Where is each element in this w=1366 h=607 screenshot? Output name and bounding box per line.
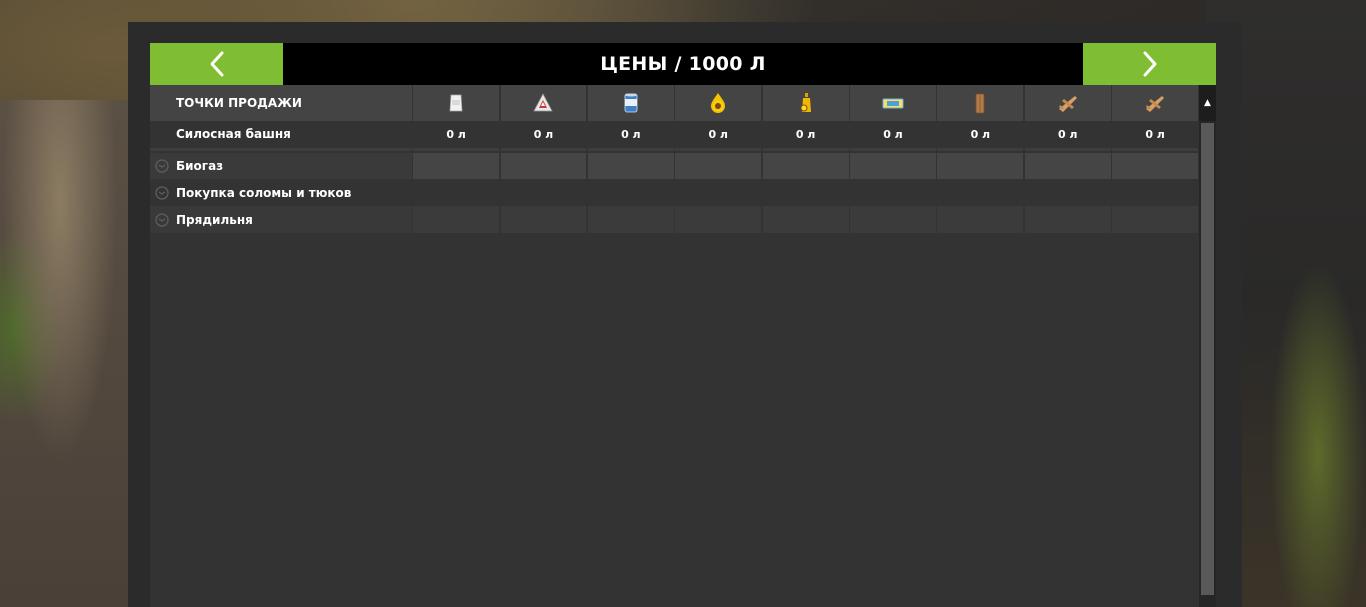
- divider-segment: [675, 148, 762, 151]
- price-cell: [500, 153, 587, 179]
- price-cell: [587, 153, 674, 179]
- divider-segment: [937, 148, 1024, 151]
- selling-point-label: Покупка соломы и тюков: [150, 180, 412, 205]
- price-cell: [1024, 206, 1111, 233]
- price-cell: [675, 206, 762, 233]
- column-toy-plane-2[interactable]: [1112, 85, 1199, 121]
- sugar-cube-icon: [533, 93, 554, 112]
- divider-segment: [587, 148, 674, 151]
- table-row-straw-purchase[interactable]: Покупка соломы и тюков: [150, 180, 1198, 205]
- scrollbar-thumb[interactable]: [1201, 123, 1214, 595]
- chevron-left-icon: [210, 51, 223, 77]
- column-canned[interactable]: [587, 85, 674, 121]
- oil-bottle-icon: [800, 93, 811, 112]
- price-cell: [500, 206, 587, 233]
- selling-point-label: Прядильня: [150, 206, 412, 233]
- selling-point-name: Силосная башня: [176, 127, 291, 141]
- price-cell: [762, 153, 849, 179]
- column-sunflower-oil[interactable]: [675, 85, 762, 121]
- price-cell: 0 л: [1145, 127, 1165, 141]
- butter-pack-icon: [882, 98, 904, 109]
- wooden-toy-plane-icon: [1058, 96, 1077, 112]
- price-cell: 0 л: [883, 127, 903, 141]
- table-row-silo[interactable]: Силосная башня 0 л 0 л 0 л 0 л 0 л 0 л 0…: [150, 121, 1198, 147]
- canned-food-icon: [624, 93, 638, 113]
- wooden-toy-plane-icon: [1146, 96, 1165, 112]
- selling-point-name: Прядильня: [176, 212, 253, 227]
- selling-points-header: ТОЧКИ ПРОДАЖИ: [150, 85, 412, 121]
- price-cell: [587, 206, 674, 233]
- divider-segment: [1024, 148, 1111, 151]
- column-planks[interactable]: [937, 85, 1024, 121]
- divider-segment: [850, 148, 936, 151]
- selling-point-name: Биогаз: [176, 159, 224, 173]
- selling-point-name: Покупка соломы и тюков: [176, 185, 352, 200]
- price-cell: [675, 153, 762, 179]
- column-toy-plane-1[interactable]: [1024, 85, 1111, 121]
- price-cell: 0 л: [533, 127, 554, 141]
- sunflower-oil-drop-icon: [711, 93, 726, 113]
- previous-page-button[interactable]: [150, 43, 283, 85]
- divider-segment: [500, 148, 587, 151]
- chevron-right-icon: [1143, 51, 1156, 77]
- price-cell: 0 л: [708, 127, 728, 141]
- table-row-biogas[interactable]: Биогаз: [150, 153, 1199, 179]
- column-flour[interactable]: [413, 85, 500, 121]
- clock-icon: [155, 159, 169, 173]
- price-cell: [413, 153, 500, 179]
- price-cell: [1112, 206, 1199, 233]
- price-cell: 0 л: [795, 127, 816, 141]
- column-sugar[interactable]: [500, 85, 587, 121]
- price-cell: 0 л: [1057, 127, 1078, 141]
- clock-icon: [155, 185, 169, 200]
- flour-bag-icon: [449, 94, 463, 112]
- divider-segment: [413, 148, 500, 151]
- price-cell: [937, 206, 1024, 233]
- scroll-up-button[interactable]: ▲: [1199, 85, 1216, 121]
- wooden-plank-icon: [975, 93, 985, 114]
- selling-point-label: Биогаз: [150, 153, 412, 179]
- divider-segment: [150, 148, 412, 151]
- price-cell: [1112, 153, 1199, 179]
- price-cell: 0 л: [446, 127, 466, 141]
- divider-segment: [762, 148, 849, 151]
- next-page-button[interactable]: [1083, 43, 1216, 85]
- page-title: ЦЕНЫ / 1000 Л: [600, 53, 766, 75]
- table-divider: [150, 148, 1199, 151]
- table-row-spinnery[interactable]: Прядильня: [150, 206, 1199, 233]
- price-cell: [937, 153, 1024, 179]
- table-header-row: ТОЧКИ ПРОДАЖИ: [150, 85, 1199, 121]
- price-cell: [413, 206, 500, 233]
- price-cell: 0 л: [970, 127, 991, 141]
- price-cell: 0 л: [621, 127, 641, 141]
- price-cell: [850, 206, 936, 233]
- column-oil-bottle[interactable]: [762, 85, 849, 121]
- price-cell: [762, 206, 849, 233]
- clock-icon: [155, 212, 169, 227]
- price-cell: [850, 153, 936, 179]
- column-butter[interactable]: [850, 85, 936, 121]
- price-cell: [1024, 153, 1111, 179]
- divider-segment: [1112, 148, 1199, 151]
